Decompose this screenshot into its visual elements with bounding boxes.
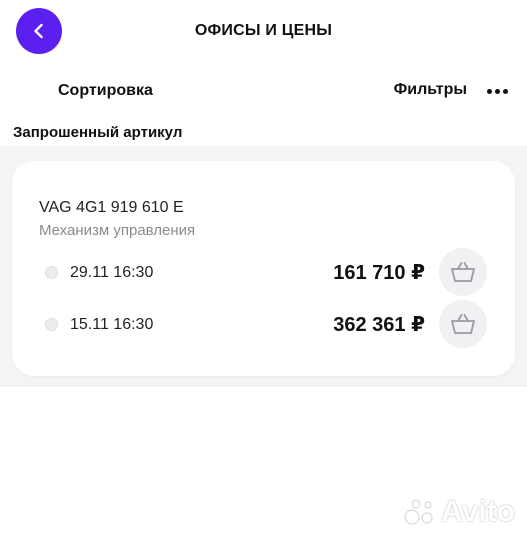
part-name: Механизм управления xyxy=(39,222,196,239)
avito-logo-icon xyxy=(404,499,433,525)
sort-button[interactable]: Сортировка xyxy=(58,82,153,100)
more-horizontal-icon xyxy=(486,88,508,94)
filters-button[interactable]: Фильтры xyxy=(394,81,467,99)
section-title: Запрошенный артикул xyxy=(13,124,183,141)
add-to-cart-button[interactable] xyxy=(439,300,487,348)
offer-price: 362 361 ₽ xyxy=(333,314,425,336)
offer-radio[interactable] xyxy=(45,266,58,279)
offer-price: 161 710 ₽ xyxy=(333,262,425,284)
more-button[interactable] xyxy=(485,79,509,103)
add-to-cart-button[interactable] xyxy=(439,248,487,296)
page-title: ОФИСЫ И ЦЕНЫ xyxy=(194,22,333,39)
watermark-text: Avito xyxy=(441,495,515,528)
avito-watermark: Avito xyxy=(403,495,515,528)
offer-date: 15.11 16:30 xyxy=(70,316,154,333)
basket-icon xyxy=(451,262,475,282)
part-number: VAG 4G1 919 610 E xyxy=(39,199,184,216)
offer-date: 29.11 16:30 xyxy=(70,264,154,281)
part-card: VAG 4G1 919 610 E Механизм управления 29… xyxy=(12,161,515,376)
offer-radio[interactable] xyxy=(45,318,58,331)
offices-prices-screen: ОФИСЫ И ЦЕНЫ Сортировка Фильтры Запрошен… xyxy=(0,0,527,540)
offer-row: 15.11 16:30 362 361 ₽ xyxy=(12,299,515,349)
header: ОФИСЫ И ЦЕНЫ xyxy=(0,0,527,64)
offer-row: 29.11 16:30 161 710 ₽ xyxy=(12,247,515,297)
toolbar: Сортировка Фильтры xyxy=(0,76,527,106)
basket-icon xyxy=(451,314,475,334)
